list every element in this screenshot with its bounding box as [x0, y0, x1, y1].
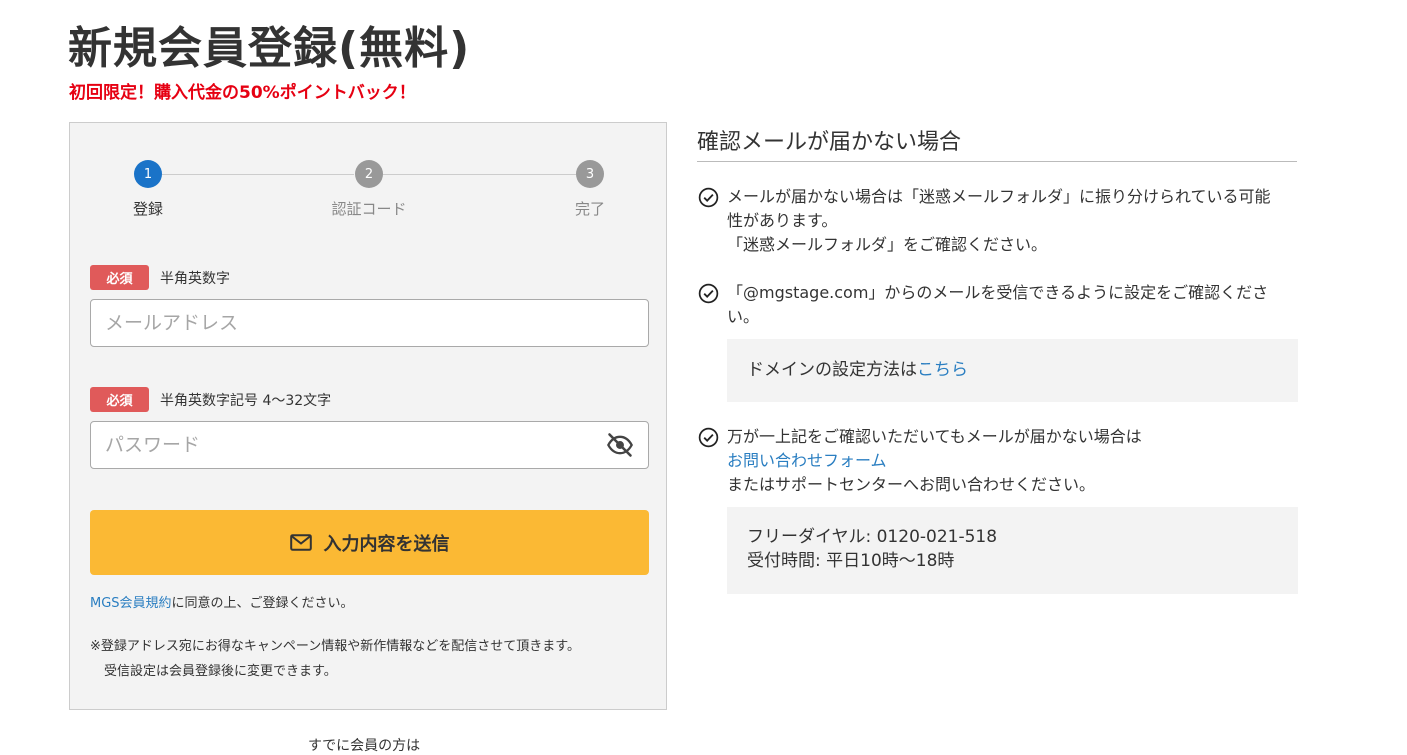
required-badge: 必須 — [90, 387, 149, 412]
support-hours: 受付時間: 平日10時～18時 — [747, 551, 955, 571]
step-indicator: 1 登録 2 認証コード 3 完了 — [70, 123, 666, 233]
email-hint: 半角英数字 — [160, 270, 230, 287]
help-item-2-line-1: 「@mgstage.com」からのメールを受信できるように設定をご確認くださ — [727, 283, 1269, 302]
step-connector — [162, 174, 354, 175]
step-1-label: 登録 — [132, 200, 163, 218]
notice-line-1: ※登録アドレス宛にお得なキャンペーン情報や新作情報などを配信させて頂きます。 — [90, 639, 580, 654]
domain-info-box: ドメインの設定方法はこちら — [727, 339, 1298, 402]
help-item-contact: 万が一上記をご確認いただいてもメールが届かない場合は お問い合わせフォーム また… — [698, 425, 1298, 497]
help-item-3-line-1: 万が一上記をご確認いただいてもメールが届かない場合は — [727, 427, 1142, 446]
step-3-circle: 3 — [576, 160, 604, 188]
help-item-3-line-3: またはサポートセンターへお問い合わせください。 — [727, 475, 1096, 494]
domain-info-text: ドメインの設定方法は — [747, 360, 917, 380]
help-item-1-line-1: メールが届かない場合は「迷惑メールフォルダ」に振り分けられている可能 — [727, 187, 1271, 206]
already-member-text: すでに会員の方は — [308, 738, 421, 754]
notice-line-2: 受信設定は会員登録後に変更できます。 — [104, 664, 337, 679]
required-badge: 必須 — [90, 265, 149, 290]
support-info-box: フリーダイヤル: 0120-021-518 受付時間: 平日10時～18時 — [727, 507, 1298, 594]
eye-off-icon[interactable] — [606, 431, 634, 459]
submit-button[interactable]: 入力内容を送信 — [90, 510, 649, 575]
freedial-number: フリーダイヤル: 0120-021-518 — [747, 527, 998, 547]
terms-agreement: MGS会員規約に同意の上、ご登録ください。 — [90, 592, 354, 611]
email-input[interactable] — [90, 299, 649, 347]
step-1-circle: 1 — [134, 160, 162, 188]
help-item-spam: メールが届かない場合は「迷惑メールフォルダ」に振り分けられている可能 性がありま… — [698, 185, 1298, 257]
contact-form-link[interactable]: お問い合わせフォーム — [727, 451, 887, 470]
step-3-label: 完了 — [574, 200, 605, 218]
step-connector — [382, 174, 576, 175]
step-2-label: 認証コード — [331, 200, 407, 218]
step-2-circle: 2 — [355, 160, 383, 188]
help-item-domain: 「@mgstage.com」からのメールを受信できるように設定をご確認くださ い… — [698, 281, 1298, 329]
submit-button-label: 入力内容を送信 — [323, 533, 450, 555]
email-field-header: 必須 半角英数字 — [90, 265, 230, 290]
terms-link[interactable]: MGS会員規約 — [90, 596, 172, 611]
check-circle-icon — [698, 187, 719, 208]
domain-settings-link[interactable]: こちら — [917, 360, 968, 380]
password-input[interactable] — [90, 421, 649, 469]
registration-form-panel: 1 登録 2 認証コード 3 完了 必須 半角英数字 必須 半角英数字記号 4～… — [69, 122, 667, 710]
terms-suffix: に同意の上、ご登録ください。 — [171, 596, 354, 611]
mail-icon — [289, 534, 312, 551]
help-item-2-line-2: い。 — [727, 307, 760, 326]
check-circle-icon — [698, 283, 719, 304]
mail-notice: ※登録アドレス宛にお得なキャンペーン情報や新作情報などを配信させて頂きます。 受… — [90, 634, 580, 684]
page-title: 新規会員登録(無料) — [68, 23, 471, 74]
help-divider — [697, 161, 1297, 162]
help-item-1-line-2: 性があります。 — [727, 211, 838, 230]
check-circle-icon — [698, 427, 719, 448]
password-field-header: 必須 半角英数字記号 4～32文字 — [90, 387, 331, 412]
help-item-1-line-3: 「迷惑メールフォルダ」をご確認ください。 — [727, 235, 1048, 254]
help-title: 確認メールが届かない場合 — [697, 130, 962, 155]
password-hint: 半角英数字記号 4～32文字 — [160, 392, 332, 409]
promo-banner: 初回限定！購入代金の50%ポイントバック！ — [69, 83, 416, 103]
